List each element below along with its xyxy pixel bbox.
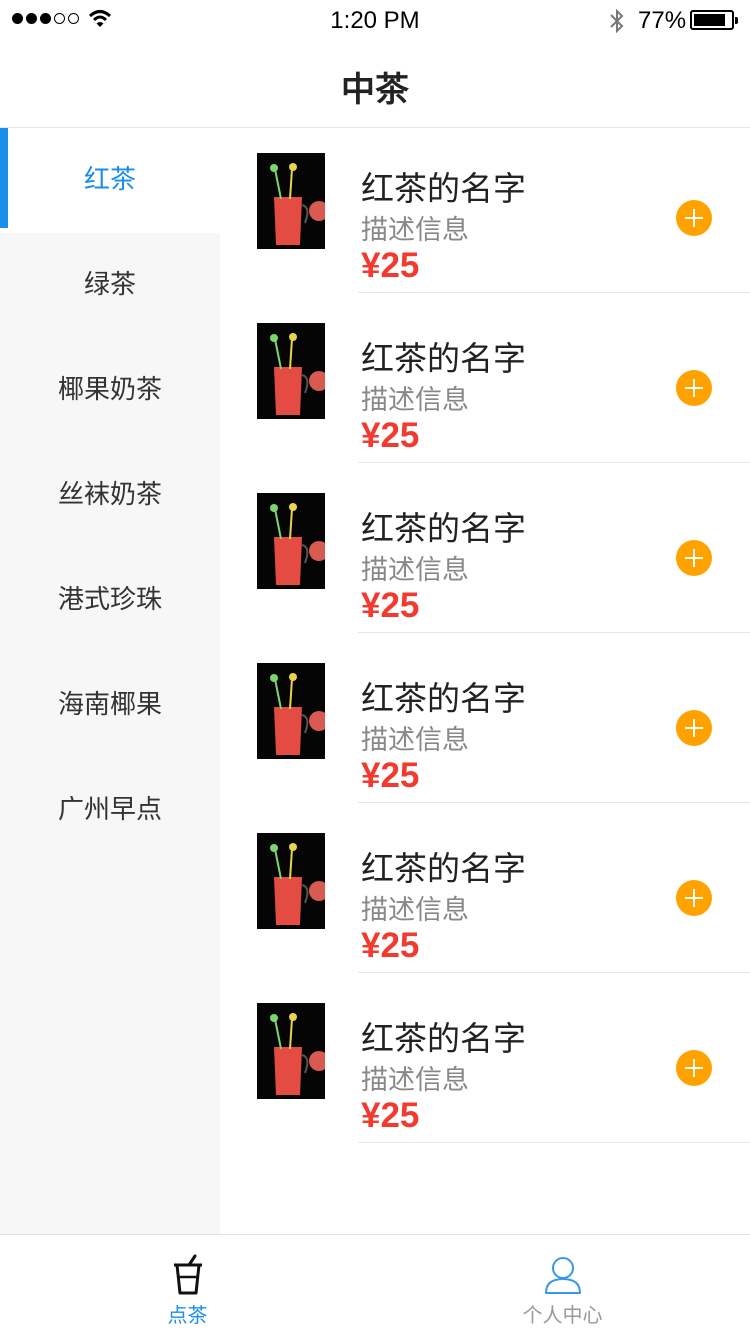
tab-bar: 点茶 个人中心 [0,1234,750,1334]
battery-icon [690,10,738,30]
divider [358,632,750,633]
sidebar-item-guangzhou-dimsum[interactable]: 广州早点 [0,758,220,863]
add-to-cart-button[interactable] [676,710,712,746]
sidebar-item-label: 椰果奶茶 [57,375,162,405]
tab-label: 个人中心 [522,1303,603,1327]
product-desc: 描述信息 [361,215,469,246]
product-desc: 描述信息 [361,1065,469,1096]
product-name: 红茶的名字 [361,339,526,378]
product-name: 红茶的名字 [361,169,526,208]
product-name: 红茶的名字 [361,679,526,718]
sidebar-item-coconut-milk-tea[interactable]: 椰果奶茶 [0,338,220,443]
product-desc: 描述信息 [361,555,469,586]
bluetooth-icon [610,8,624,34]
divider [358,292,750,293]
sidebar-item-hongcha[interactable]: 红茶 [0,128,220,233]
nav-bar: 中茶 [0,40,750,128]
product-item[interactable]: 红茶的名字 描述信息 ¥25 [220,978,750,1148]
product-image [257,323,325,419]
product-item[interactable]: 红茶的名字 描述信息 ¥25 [220,468,750,638]
divider [358,802,750,803]
sidebar-item-label: 红茶 [83,165,136,195]
divider [358,972,750,973]
divider [358,1142,750,1143]
sidebar-item-label: 绿茶 [83,270,136,300]
product-price: ¥25 [361,756,420,795]
product-image [257,493,325,589]
product-image [257,153,325,249]
product-desc: 描述信息 [361,385,469,416]
product-price: ¥25 [361,586,420,625]
product-image [257,1003,325,1099]
product-name: 红茶的名字 [361,509,526,548]
product-item[interactable]: 红茶的名字 描述信息 ¥25 [220,298,750,468]
person-icon [545,1257,581,1294]
sidebar-item-label: 丝袜奶茶 [57,480,162,510]
product-price: ¥25 [361,416,420,455]
sidebar-item-label: 海南椰果 [57,690,162,720]
product-desc: 描述信息 [361,895,469,926]
add-to-cart-button[interactable] [676,540,712,576]
product-item[interactable]: 红茶的名字 描述信息 ¥25 [220,638,750,808]
sidebar-item-lvcha[interactable]: 绿茶 [0,233,220,338]
add-to-cart-button[interactable] [676,1050,712,1086]
product-price: ¥25 [361,926,420,965]
category-sidebar: 红茶 绿茶 椰果奶茶 丝袜奶茶 港式珍珠 海南椰果 广州早点 [0,128,220,1234]
cup-icon [174,1254,202,1295]
product-item[interactable]: 红茶的名字 描述信息 ¥25 [220,128,750,298]
sidebar-item-label: 广州早点 [57,795,162,825]
sidebar-item-label: 港式珍珠 [57,585,162,615]
product-list: 红茶的名字 描述信息 ¥25 红茶的名字 描述信息 ¥25 红茶的名字 描述信息… [220,128,750,1234]
tab-profile[interactable]: 个人中心 [375,1235,750,1335]
add-to-cart-button[interactable] [676,200,712,236]
battery-percent: 77% [638,7,687,34]
product-image [257,833,325,929]
product-price: ¥25 [361,246,420,285]
add-to-cart-button[interactable] [676,880,712,916]
sidebar-item-silk-stocking-milk-tea[interactable]: 丝袜奶茶 [0,443,220,548]
tab-label: 点茶 [167,1303,208,1327]
tab-order-tea[interactable]: 点茶 [0,1235,375,1335]
sidebar-item-hainan-coconut[interactable]: 海南椰果 [0,653,220,758]
sidebar-item-hk-pearl[interactable]: 港式珍珠 [0,548,220,653]
product-image [257,663,325,759]
product-name: 红茶的名字 [361,849,526,888]
status-bar: 1:20 PM 77% [0,0,750,40]
product-price: ¥25 [361,1096,420,1135]
add-to-cart-button[interactable] [676,370,712,406]
product-name: 红茶的名字 [361,1019,526,1058]
product-item[interactable]: 红茶的名字 描述信息 ¥25 [220,808,750,978]
divider [358,462,750,463]
page-title: 中茶 [341,70,409,110]
product-desc: 描述信息 [361,725,469,756]
